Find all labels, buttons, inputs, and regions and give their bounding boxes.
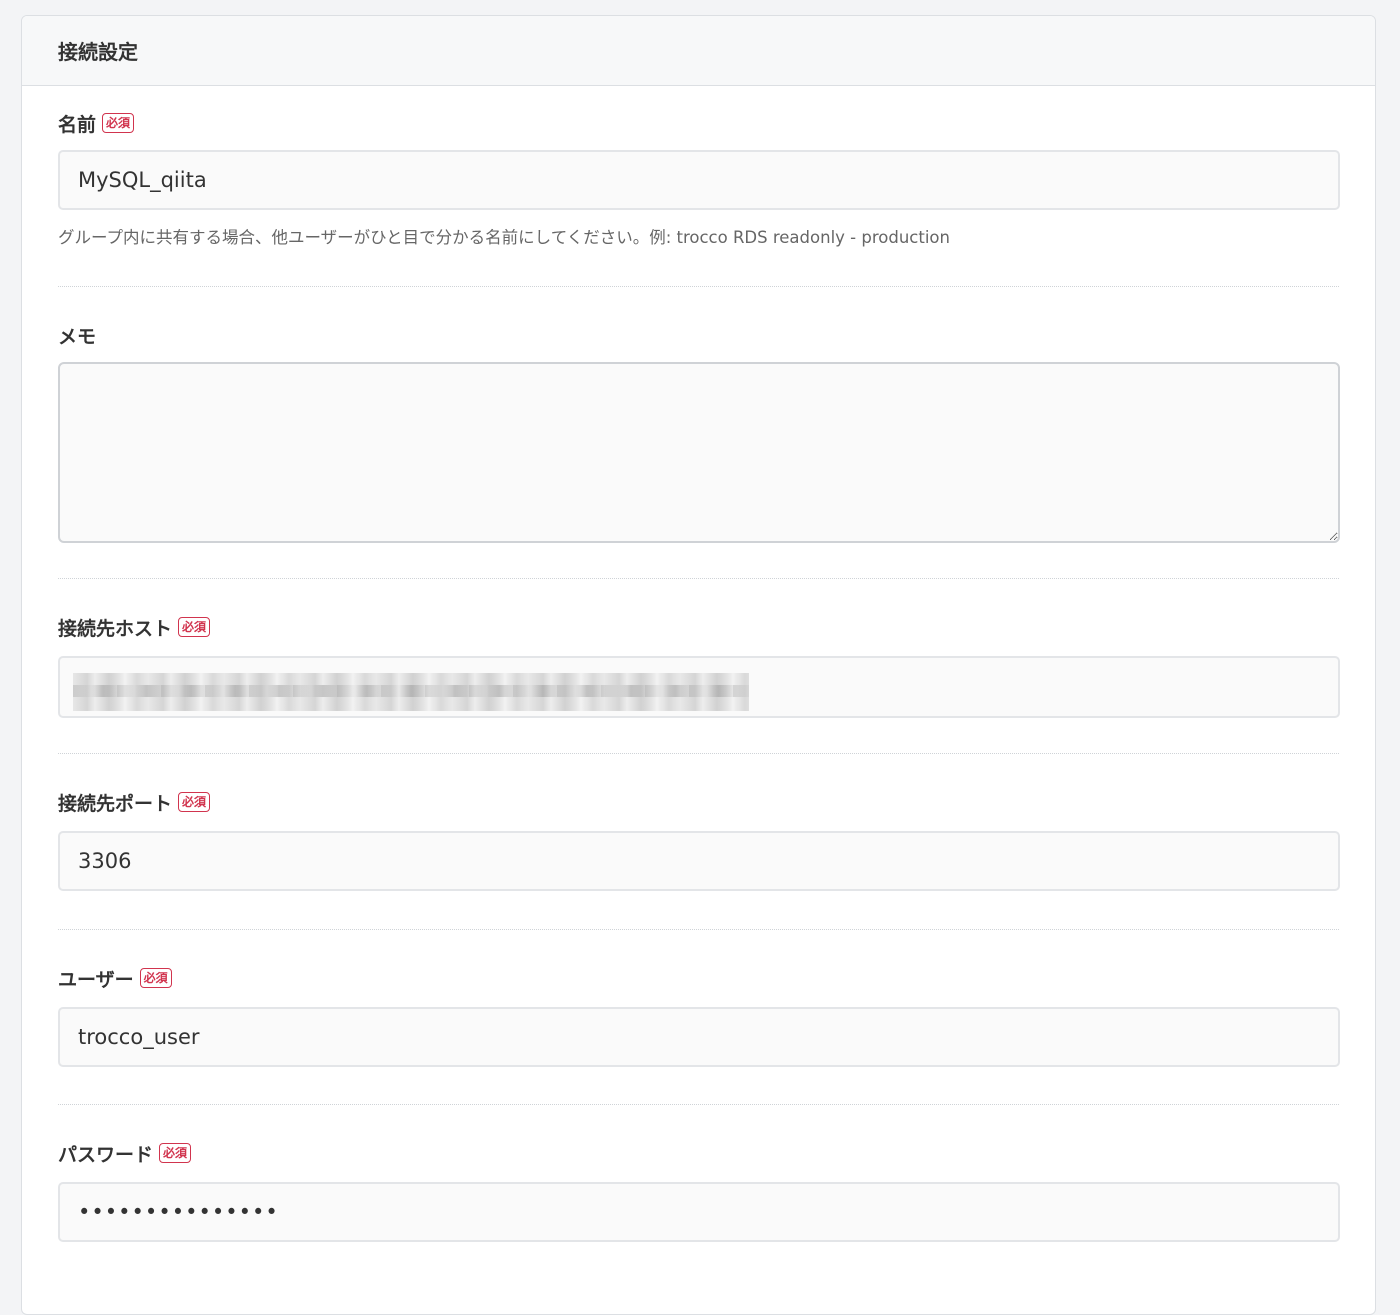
name-label: 名前 — [58, 113, 97, 136]
name-label-row: 名前 必須 — [58, 111, 1339, 136]
password-field-group: パスワード 必須 — [58, 1105, 1340, 1280]
memo-textarea[interactable] — [58, 362, 1340, 543]
name-input[interactable] — [58, 150, 1340, 210]
password-label: パスワード — [58, 1143, 154, 1166]
user-label-row: ユーザー 必須 — [58, 966, 1339, 991]
port-input[interactable] — [58, 831, 1340, 891]
redacted-host-value — [73, 673, 749, 711]
connection-settings-card: 接続設定 名前 必須 グループ内に共有する場合、他ユーザーがひと目で分かる名前に… — [21, 15, 1376, 1315]
memo-label: メモ — [58, 325, 97, 348]
name-help-text: グループ内に共有する場合、他ユーザーがひと目で分かる名前にしてください。例: t… — [58, 228, 950, 247]
required-badge: 必須 — [178, 617, 211, 637]
required-badge: 必須 — [139, 968, 172, 988]
host-input-wrap — [58, 656, 1340, 718]
memo-field-group: メモ — [58, 287, 1340, 579]
port-label: 接続先ポート — [58, 792, 173, 815]
password-label-row: パスワード 必須 — [58, 1141, 1339, 1166]
required-badge: 必須 — [178, 792, 211, 812]
password-input[interactable] — [58, 1182, 1340, 1242]
card-header: 接続設定 — [22, 16, 1375, 86]
port-field-group: 接続先ポート 必須 — [58, 754, 1340, 930]
memo-label-row: メモ — [58, 323, 1339, 348]
card-title: 接続設定 — [58, 40, 138, 64]
required-badge: 必須 — [159, 1143, 192, 1163]
user-field-group: ユーザー 必須 — [58, 930, 1340, 1105]
port-label-row: 接続先ポート 必須 — [58, 790, 1339, 815]
required-badge: 必須 — [102, 113, 135, 133]
name-field-group: 名前 必須 グループ内に共有する場合、他ユーザーがひと目で分かる名前にしてくださ… — [58, 86, 1340, 287]
host-field-group: 接続先ホスト 必須 — [58, 579, 1340, 754]
host-label: 接続先ホスト — [58, 617, 173, 640]
form-body: 名前 必須 グループ内に共有する場合、他ユーザーがひと目で分かる名前にしてくださ… — [22, 86, 1375, 1280]
host-label-row: 接続先ホスト 必須 — [58, 615, 1339, 640]
user-label: ユーザー — [58, 968, 134, 991]
user-input[interactable] — [58, 1007, 1340, 1067]
